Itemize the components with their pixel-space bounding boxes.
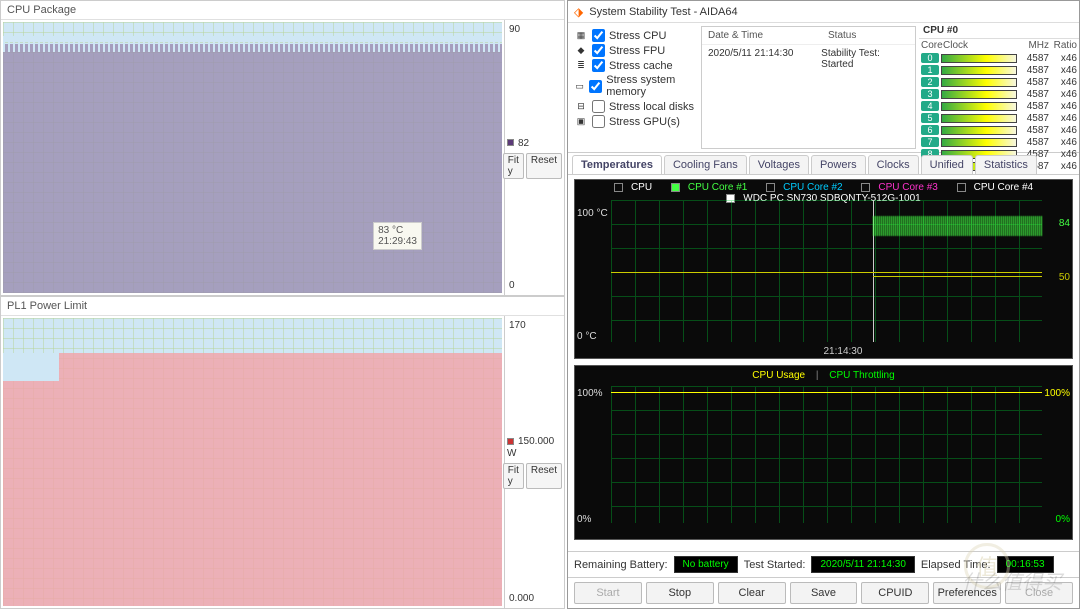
tab-statistics[interactable]: Statistics [975,155,1037,174]
cpu-core-row: 7 4587x46 [919,136,1079,148]
y-min: 0.000 [507,591,562,606]
stop-button[interactable]: Stop [646,582,714,604]
disk-icon: ⊟ [574,101,588,112]
fit-y-button[interactable]: Fit y [503,153,524,179]
watermark-text: 什么值得买 [962,566,1062,595]
reset-button[interactable]: Reset [526,463,562,489]
stress-cpu[interactable]: ▦Stress CPU [574,29,696,42]
tab-bar: TemperaturesCooling FansVoltagesPowersCl… [568,153,1079,175]
temperature-chart: CPU CPU Core #1 CPU Core #2 CPU Core #3 … [574,179,1073,359]
stress-options: ▦Stress CPU ◆Stress FPU ≣Stress cache ▭S… [568,23,698,152]
stress-memory[interactable]: ▭Stress system memory [574,74,696,98]
cpu-core-row: 5 4587x46 [919,112,1079,124]
tab-cooling fans[interactable]: Cooling Fans [664,155,747,174]
aida64-window: ⬗ System Stability Test - AIDA64 ▦Stress… [567,0,1080,609]
gpu-icon: ▣ [574,116,588,127]
stress-fpu[interactable]: ◆Stress FPU [574,44,696,57]
cpu-icon: ▦ [574,30,588,41]
pl1-graph [3,318,502,606]
y-min: 0 [507,278,562,293]
cpuid-button[interactable]: CPUID [861,582,929,604]
cpu-package-title: CPU Package [1,1,564,20]
graph-tooltip: 83 °C 21:29:43 [373,222,422,250]
reset-button[interactable]: Reset [526,153,562,179]
tab-voltages[interactable]: Voltages [749,155,809,174]
stress-cache[interactable]: ≣Stress cache [574,59,696,72]
tab-temperatures[interactable]: Temperatures [572,155,662,174]
cpu-package-graph: 83 °C 21:29:43 [3,22,502,293]
cpu-core-row: 4 4587x46 [919,100,1079,112]
window-title: System Stability Test - AIDA64 [589,6,737,18]
fit-y-button[interactable]: Fit y [503,463,524,489]
cpu-core-row: 0 4587x46 [919,52,1079,64]
started-value: 2020/5/11 21:14:30 [811,556,914,573]
y-max: 90 [507,22,562,37]
cpu-core-row: 6 4587x46 [919,124,1079,136]
stress-disks[interactable]: ⊟Stress local disks [574,100,696,113]
series-dot-icon [507,139,514,146]
series-dot-icon [507,438,514,445]
tab-clocks[interactable]: Clocks [868,155,919,174]
cache-icon: ≣ [574,60,588,71]
save-button[interactable]: Save [790,582,858,604]
tab-unified[interactable]: Unified [921,155,973,174]
cpu-core-row: 3 4587x46 [919,88,1079,100]
fpu-icon: ◆ [574,45,588,56]
memory-icon: ▭ [574,81,585,92]
tab-powers[interactable]: Powers [811,155,866,174]
pl1-title: PL1 Power Limit [1,297,564,316]
battery-value: No battery [674,556,738,573]
clear-button[interactable]: Clear [718,582,786,604]
stress-gpu[interactable]: ▣Stress GPU(s) [574,115,696,128]
event-log: Date & TimeStatus 2020/5/11 21:14:30Stab… [701,26,916,149]
y-max: 170 [507,318,562,333]
cpu-clock-table: CPU #0 CoreClockMHzRatio 0 4587x46 1 458… [919,23,1079,152]
start-button[interactable]: Start [574,582,642,604]
usage-chart: CPU Usage | CPU Throttling 100% 0% 100% … [574,365,1073,540]
flame-icon: ⬗ [574,5,583,19]
cpu-core-row: 2 4587x46 [919,76,1079,88]
cpu-core-row: 1 4587x46 [919,64,1079,76]
